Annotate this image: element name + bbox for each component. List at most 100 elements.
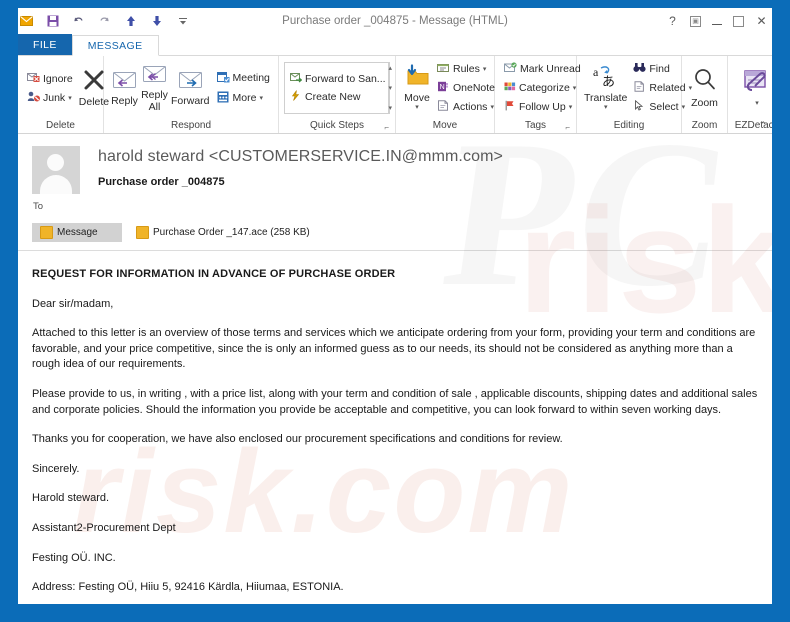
mark-unread-button[interactable]: Mark Unread [501,61,584,77]
follow-up-button[interactable]: Follow Up ▾ [501,99,584,115]
follow-up-flag-icon [504,100,516,114]
junk-label: Junk [43,91,66,104]
chevron-down-icon[interactable]: ▾ [490,103,494,111]
message-body: REQUEST FOR INFORMATION IN ADVANCE OF PU… [18,251,772,604]
group-label-editing: Editing [613,120,645,131]
message-tab-icon [40,226,53,239]
reply-all-label: Reply All [141,89,168,113]
more-icon [217,91,230,106]
group-label-tags: Tags ⌐ [498,118,573,133]
redo-icon[interactable] [96,13,113,30]
meeting-button[interactable]: Meeting [214,70,273,87]
select-label: Select [649,101,679,113]
tab-message[interactable]: MESSAGE [71,35,159,56]
next-item-icon[interactable] [148,13,165,30]
move-button[interactable]: Move ▾ [402,62,432,113]
body-address: Address: Festing OÜ, Hiiu 5, 92416 Kärdl… [32,581,344,594]
group-label-text: Tags [524,120,547,131]
categorize-icon [504,81,516,95]
actions-button[interactable]: Actions ▾ [434,99,498,115]
zoom-button[interactable]: Zoom [688,65,721,110]
forward-icon [177,69,204,94]
message-tab-label: Message [57,227,98,238]
close-button[interactable]: ✕ [755,14,768,28]
meeting-label: Meeting [232,72,270,84]
reply-button[interactable]: Reply [110,67,139,109]
reply-all-button[interactable]: Reply All [140,61,169,114]
quick-steps-more-icon[interactable]: ▾ [389,104,393,112]
quick-steps-scrollbar[interactable]: ▴ ▾ ▾ [387,63,393,113]
customize-qat-icon[interactable] [174,13,191,30]
tab-file[interactable]: FILE [18,34,72,55]
junk-button[interactable]: Junk ▾ [24,90,76,106]
find-binoculars-icon [633,62,646,76]
related-icon [633,81,646,95]
more-button[interactable]: More ▾ [214,90,273,107]
attachment-file-icon [136,226,149,239]
chevron-down-icon[interactable]: ▾ [573,84,577,92]
translate-button[interactable]: aあ Translate ▾ [583,63,628,113]
attachment-bar: Message Purchase Order _147.ace (258 KB) [32,223,758,242]
message-tab-button[interactable]: Message [32,223,122,242]
message-header: To harold steward <CUSTOMERSERVICE.IN@mm… [18,134,772,212]
reply-all-icon [141,63,168,88]
body-role: Assistant2-Procurement Dept [32,522,176,535]
onenote-button[interactable]: N OneNote [434,80,498,96]
avatar-head-shape [47,154,64,171]
tags-dialog-launcher[interactable]: ⌐ [565,123,570,132]
ignore-button[interactable]: Ignore [24,71,76,87]
attachment-name: Purchase Order _147.ace (258 KB) [153,227,310,238]
previous-item-icon[interactable] [122,13,139,30]
body-paragraph-3: Thanks you for cooperation, we have also… [32,433,563,446]
categorize-button[interactable]: Categorize ▾ [501,80,584,96]
quick-step-create-new[interactable]: Create New [288,90,388,104]
chevron-down-icon[interactable]: ▾ [604,104,608,111]
collapse-ribbon-button[interactable]: ⌃ [759,120,767,131]
quick-steps-gallery[interactable]: Forward to San... Create New ▴ ▾ ▾ [284,62,393,114]
actions-icon [437,100,450,114]
ribbon-tab-strip: FILE MESSAGE [18,34,772,56]
svg-text:a: a [593,65,599,79]
save-icon[interactable] [44,13,61,30]
ribbon-display-options-button[interactable]: ▣ [690,15,701,27]
chevron-down-icon[interactable]: ▾ [259,94,263,102]
find-label: Find [649,63,670,75]
quick-steps-dialog-launcher[interactable]: ⌐ [384,123,389,132]
message-subject: Purchase order _004875 [98,176,225,188]
quick-step-label: Forward to San... [305,73,386,85]
chevron-down-icon[interactable]: ▾ [415,104,419,111]
body-company: Festing OÜ. INC. [32,551,116,564]
forward-button[interactable]: Forward [170,67,211,109]
ignore-icon [27,72,40,86]
attachment-item[interactable]: Purchase Order _147.ace (258 KB) [128,223,320,242]
rules-icon [437,62,450,76]
quick-step-forward-to[interactable]: Forward to San... [288,72,388,86]
ezdetach-icon [742,69,772,98]
body-paragraph-2: Please provide to us, in writing , with … [32,388,758,416]
chevron-down-icon[interactable]: ▾ [755,100,759,107]
more-label: More [232,92,257,104]
sender-address[interactable]: harold steward <CUSTOMERSERVICE.IN@mmm.c… [98,148,503,166]
body-paragraph-1: Attached to this letter is an overview o… [32,327,756,371]
envelope-icon[interactable] [18,13,35,30]
ribbon-group-tags: Mark Unread Categorize ▾ Follow Up ▾ Tag… [495,56,581,133]
reading-pane: PC risk risk.com To harold steward <CUST… [18,134,772,604]
avatar[interactable] [32,146,80,194]
minimize-button[interactable] [712,17,722,25]
scroll-up-icon[interactable]: ▴ [389,64,393,72]
rules-button[interactable]: Rules ▾ [434,61,498,77]
delete-x-icon [82,68,106,95]
junk-icon [27,91,40,105]
zoom-label: Zoom [691,96,718,109]
ribbon-group-move: Move ▾ Rules ▾ N OneNote Actions ▾ Move [396,56,495,133]
chevron-down-icon[interactable]: ▾ [483,65,487,73]
maximize-button[interactable] [733,15,744,27]
chevron-down-icon[interactable]: ▾ [569,103,573,111]
window-outer-frame: Purchase order _004875 - Message (HTML) … [0,0,790,622]
chevron-down-icon[interactable]: ▾ [68,94,72,102]
undo-icon[interactable] [70,13,87,30]
help-button[interactable]: ? [666,14,679,28]
ezdetach-button[interactable]: ▾ [734,67,772,109]
ribbon-group-quick-steps: Forward to San... Create New ▴ ▾ ▾ Quick… [279,56,396,133]
scroll-down-icon[interactable]: ▾ [389,84,393,92]
